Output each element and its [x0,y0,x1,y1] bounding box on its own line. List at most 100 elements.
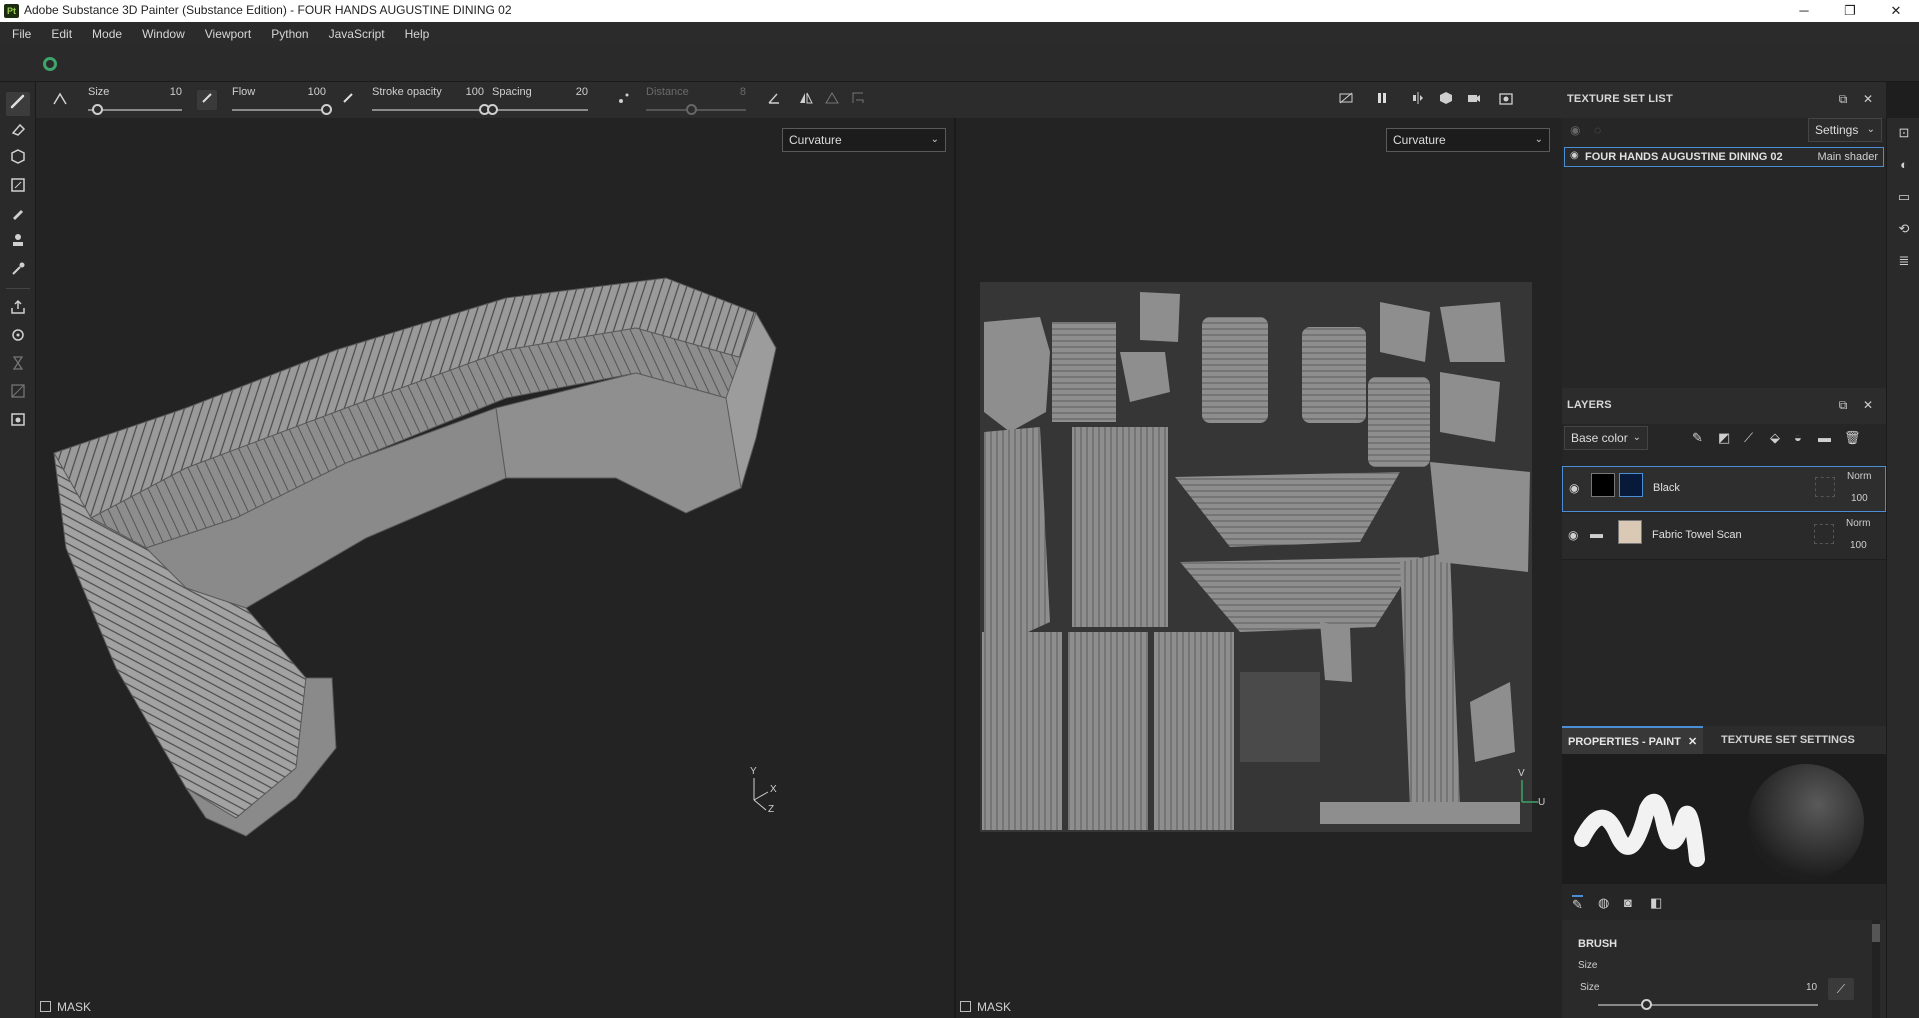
viewport-2d[interactable]: Curvature ⌄ V U MASK [956,118,1562,1018]
maximize-button[interactable]: ❐ [1827,0,1873,22]
menu-python[interactable]: Python [261,22,318,46]
layer-channel-dropdown[interactable]: Base color ⌄ [1564,426,1648,450]
layer-opacity[interactable]: 100 [1851,493,1868,504]
layer-thumbnail[interactable] [1618,520,1642,544]
layer-visibility-eye-icon[interactable]: ◉ [1569,481,1579,495]
texture-set-item[interactable]: ◉ FOUR HANDS AUGUSTINE DINING 02 Main sh… [1564,147,1884,167]
menu-edit[interactable]: Edit [41,22,82,46]
paint-brush-icon[interactable] [6,92,30,116]
mirror-symmetry-icon[interactable] [796,90,816,110]
menu-mode[interactable]: Mode [82,22,132,46]
menu-file[interactable]: File [2,22,41,46]
viewport-3d[interactable]: Curvature ⌄ Y X Z MASK [36,118,954,1018]
add-mask-icon[interactable]: ◩ [1718,430,1730,446]
add-smart-material-icon[interactable]: ◒ [1794,430,1802,445]
screenshot-icon[interactable] [6,410,30,434]
pause-icon[interactable] [1372,90,1392,110]
close-window-button[interactable]: ✕ [1873,0,1919,22]
minimize-button[interactable]: ─ [1781,0,1827,22]
stroke-opacity-slider[interactable]: Stroke opacity 100 [372,82,490,118]
close-panel-icon[interactable]: ✕ [1861,92,1875,106]
texture-set-visible-icon[interactable]: ◉ [1570,150,1579,161]
add-fill-layer-icon[interactable]: ⬙ [1770,430,1780,446]
timer-icon[interactable] [6,354,30,378]
menu-viewport[interactable]: Viewport [195,22,261,46]
pressure-size-icon[interactable]: ⟋ [1828,978,1854,1000]
spacing-slider[interactable]: Spacing 20 [487,82,588,118]
flow-track[interactable] [232,109,326,111]
brush-size-track[interactable] [1598,1004,1818,1006]
layer-mask-thumbnail[interactable] [1619,473,1643,497]
menu-window[interactable]: Window [132,22,195,46]
log-icon[interactable]: ≣ [1895,252,1913,270]
eye-icon[interactable]: ◌ [1594,123,1601,137]
symmetry-plane-icon[interactable] [822,90,842,110]
settings-dropdown[interactable]: Settings ⌄ [1808,118,1882,142]
tab-texture-set-settings[interactable]: TEXTURE SET SETTINGS [1715,726,1861,754]
eraser-icon[interactable] [6,120,30,144]
brush-size-value[interactable]: 10 [1806,982,1817,993]
shelf-icon[interactable]: ▭ [1895,188,1913,206]
hide-ui-icon[interactable] [1336,90,1356,110]
bake-settings-icon[interactable] [6,326,30,350]
layer-name[interactable]: Fabric Towel Scan [1652,529,1742,541]
add-paint-layer-icon[interactable]: ⟋ [1744,430,1753,446]
layer-opacity[interactable]: 100 [1850,540,1867,551]
projection-icon[interactable] [6,148,30,172]
tab-properties-paint[interactable]: PROPERTIES - PAINT ✕ [1562,726,1704,754]
pressure-flow-icon[interactable] [338,90,358,110]
spacing-track[interactable] [492,109,588,111]
menu-javascript[interactable]: JavaScript [319,22,395,46]
texture-set-icon[interactable]: ⊡ [1895,124,1913,142]
angle-icon[interactable] [764,90,784,110]
layer-row-black[interactable]: ◉ Black Norm 100 [1562,466,1886,512]
add-effect-icon[interactable]: ✎ [1692,430,1703,446]
layer-row-fabric[interactable]: ◉ ▬ Fabric Towel Scan Norm 100 [1562,514,1886,560]
size-slider[interactable]: Size 10 [88,82,182,118]
material-tab-icon[interactable]: ◧ [1650,895,1662,911]
plugin-circle-icon[interactable] [43,57,57,71]
scrollbar-thumb[interactable] [1872,924,1880,942]
close-panel-icon[interactable]: ✕ [1861,398,1875,412]
brush-size-knob[interactable] [1641,999,1653,1010]
properties-scrollbar[interactable] [1872,920,1880,1018]
export-icon[interactable] [6,298,30,322]
clone-stamp-icon[interactable] [6,232,30,256]
brush-tab-icon[interactable]: ✎ [1572,895,1583,913]
layer-blend-mode[interactable]: Norm [1846,518,1870,529]
spacing-knob[interactable] [487,104,498,115]
capture-icon[interactable] [1496,90,1516,110]
mask-checkbox-2d[interactable] [960,1001,971,1012]
delete-layer-icon[interactable]: 🗑 [1844,430,1861,446]
lazy-mouse-icon[interactable] [614,90,634,110]
stroke-opacity-track[interactable] [372,109,484,111]
undock-icon[interactable]: ⧉ [1836,398,1850,412]
pressure-size-icon[interactable] [197,90,217,110]
undock-icon[interactable]: ⧉ [1836,92,1850,106]
layer-thumbnail[interactable] [1591,473,1615,497]
menu-help[interactable]: Help [395,22,440,46]
mask-toggle-3d[interactable]: MASK [40,1000,91,1014]
layer-name[interactable]: Black [1653,482,1680,494]
alpha-tab-icon[interactable]: ◍ [1598,895,1609,911]
flow-slider[interactable]: Flow 100 [232,82,332,118]
symmetry-brush-icon[interactable] [50,90,70,110]
camera-icon[interactable] [1464,90,1484,110]
stencil-tab-icon[interactable]: ◙ [1624,895,1632,910]
uv-tool-icon[interactable] [6,382,30,406]
texture-set-shader[interactable]: Main shader [1817,151,1878,163]
channel-dropdown-2d[interactable]: Curvature ⌄ [1386,128,1550,152]
polygon-fill-icon[interactable] [6,176,30,200]
mask-checkbox-3d[interactable] [40,1001,51,1012]
mask-toggle-2d[interactable]: MASK [960,1000,1011,1014]
transform-icon[interactable] [848,90,868,110]
display-settings-icon[interactable]: ◐ [1895,156,1913,174]
display-mode-icon[interactable] [1436,90,1456,110]
smudge-icon[interactable] [6,204,30,228]
close-tab-icon[interactable]: ✕ [1688,736,1697,748]
layer-visibility-eye-icon[interactable]: ◉ [1568,528,1578,542]
add-folder-icon[interactable]: ▬ [1818,430,1831,445]
split-view-icon[interactable] [1408,90,1428,110]
history-icon[interactable]: ⟲ [1895,220,1913,238]
flow-knob[interactable] [321,104,332,115]
